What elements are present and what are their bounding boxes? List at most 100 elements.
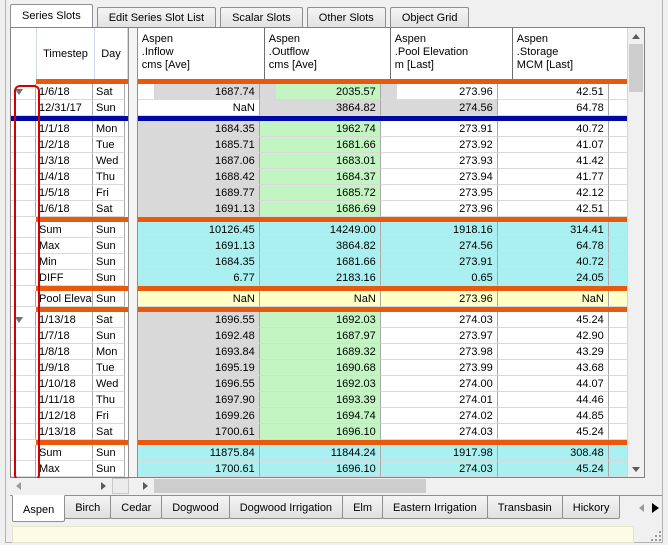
day-cell[interactable]: Fri bbox=[93, 185, 125, 201]
value-cell[interactable] bbox=[609, 137, 627, 153]
value-cell[interactable]: 1699.26 bbox=[138, 408, 260, 424]
value-cell[interactable]: 273.96 bbox=[381, 201, 498, 217]
object-tab-eastern-irrigation[interactable]: Eastern Irrigation bbox=[382, 496, 488, 519]
value-cell[interactable]: 45.24 bbox=[498, 461, 609, 477]
day-cell[interactable]: Sun bbox=[93, 100, 125, 116]
value-cell[interactable]: NaN bbox=[138, 100, 260, 116]
value-cell[interactable] bbox=[609, 84, 627, 100]
value-cell[interactable]: 273.96 bbox=[381, 84, 498, 100]
value-cell[interactable]: 274.56 bbox=[381, 100, 498, 116]
value-cell[interactable]: 44.85 bbox=[498, 408, 609, 424]
value-cell[interactable]: NaN bbox=[498, 291, 609, 307]
scroll-down-button[interactable] bbox=[628, 461, 644, 477]
day-cell[interactable]: Thu bbox=[93, 169, 125, 185]
value-cell[interactable]: 2035.57 bbox=[260, 84, 381, 100]
value-cell[interactable] bbox=[609, 201, 627, 217]
tab-scalar-slots[interactable]: Scalar Slots bbox=[220, 7, 303, 27]
timestep-cell[interactable]: 1/13/18 bbox=[36, 424, 93, 440]
value-cell[interactable]: 274.03 bbox=[381, 312, 498, 328]
value-cell[interactable]: 273.98 bbox=[381, 344, 498, 360]
day-cell[interactable]: Sun bbox=[93, 222, 125, 238]
tab-edit-series-slot-list[interactable]: Edit Series Slot List bbox=[97, 7, 216, 27]
value-cell[interactable]: NaN bbox=[138, 291, 260, 307]
value-cell[interactable]: 64.78 bbox=[498, 100, 609, 116]
day-cell[interactable]: Mon bbox=[93, 121, 125, 137]
day-cell[interactable]: Sun bbox=[93, 291, 125, 307]
value-cell[interactable]: 14249.00 bbox=[260, 222, 381, 238]
tabs-scroll-left-button[interactable] bbox=[634, 498, 648, 518]
value-cell[interactable]: 43.68 bbox=[498, 360, 609, 376]
timestep-cell[interactable]: 1/11/18 bbox=[36, 392, 93, 408]
value-cell[interactable]: 43.29 bbox=[498, 344, 609, 360]
value-cell[interactable]: 1690.68 bbox=[260, 360, 381, 376]
timestep-cell[interactable]: 1/6/18 bbox=[36, 201, 93, 217]
value-cell[interactable] bbox=[609, 312, 627, 328]
object-tab-aspen[interactable]: Aspen bbox=[12, 495, 65, 522]
timestep-cell[interactable]: 1/6/18 bbox=[36, 84, 93, 100]
day-cell[interactable]: Thu bbox=[93, 392, 125, 408]
value-cell[interactable]: 2183.16 bbox=[260, 270, 381, 286]
value-cell[interactable]: 40.72 bbox=[498, 254, 609, 270]
day-cell[interactable]: Mon bbox=[93, 344, 125, 360]
value-cell[interactable]: 1687.97 bbox=[260, 328, 381, 344]
object-tab-dogwood-irrigation[interactable]: Dogwood Irrigation bbox=[229, 496, 343, 519]
value-cell[interactable] bbox=[609, 169, 627, 185]
value-cell[interactable]: 1681.66 bbox=[260, 254, 381, 270]
value-cell[interactable]: 308.48 bbox=[498, 445, 609, 461]
value-cell[interactable] bbox=[609, 445, 627, 461]
timestep-cell[interactable]: Min bbox=[36, 254, 93, 270]
timestep-cell[interactable]: Max bbox=[36, 461, 93, 477]
timestep-cell[interactable]: 1/7/18 bbox=[36, 328, 93, 344]
value-cell[interactable]: 273.99 bbox=[381, 360, 498, 376]
value-cell[interactable]: 45.24 bbox=[498, 424, 609, 440]
value-cell[interactable]: 42.90 bbox=[498, 328, 609, 344]
value-cell[interactable]: 1689.32 bbox=[260, 344, 381, 360]
day-cell[interactable]: Tue bbox=[93, 360, 125, 376]
value-cell[interactable]: 42.51 bbox=[498, 84, 609, 100]
value-cell[interactable]: 274.03 bbox=[381, 461, 498, 477]
vertical-scrollbar[interactable] bbox=[627, 28, 644, 477]
object-tab-transbasin[interactable]: Transbasin bbox=[487, 496, 563, 519]
timestep-cell[interactable]: Sum bbox=[36, 445, 93, 461]
value-cell[interactable]: 1683.01 bbox=[260, 153, 381, 169]
value-cell[interactable]: 273.92 bbox=[381, 137, 498, 153]
timestep-cell[interactable]: 1/1/18 bbox=[36, 121, 93, 137]
value-cell[interactable]: 274.56 bbox=[381, 238, 498, 254]
value-cell[interactable] bbox=[609, 291, 627, 307]
day-cell[interactable]: Sat bbox=[93, 424, 125, 440]
value-cell[interactable]: 1686.69 bbox=[260, 201, 381, 217]
value-cell[interactable]: 1696.10 bbox=[260, 424, 381, 440]
main-scroll-right[interactable] bbox=[137, 478, 153, 494]
timestep-cell[interactable]: Pool Elevat bbox=[36, 291, 93, 307]
tabs-scroll-right-button[interactable] bbox=[648, 498, 662, 518]
object-tab-birch[interactable]: Birch bbox=[64, 496, 111, 519]
value-cell[interactable]: 1684.35 bbox=[138, 121, 260, 137]
value-cell[interactable]: 10126.45 bbox=[138, 222, 260, 238]
value-cell[interactable] bbox=[609, 424, 627, 440]
day-cell[interactable]: Sat bbox=[93, 312, 125, 328]
value-cell[interactable]: 1917.98 bbox=[381, 445, 498, 461]
resize-grip-icon[interactable] bbox=[649, 529, 661, 541]
timestep-cell[interactable]: 1/13/18 bbox=[36, 312, 93, 328]
timestep-cell[interactable]: 1/10/18 bbox=[36, 376, 93, 392]
pane-splitter[interactable] bbox=[128, 28, 138, 477]
main-hscrollbar[interactable] bbox=[137, 478, 645, 494]
left-pane-scroll-right[interactable] bbox=[95, 478, 111, 494]
timestep-cell[interactable]: 1/5/18 bbox=[36, 185, 93, 201]
timestep-cell[interactable]: 12/31/17 bbox=[36, 100, 93, 116]
value-cell[interactable]: 42.51 bbox=[498, 201, 609, 217]
pane-resize-button[interactable] bbox=[112, 478, 129, 494]
day-cell[interactable]: Sun bbox=[93, 328, 125, 344]
value-cell[interactable] bbox=[609, 270, 627, 286]
value-cell[interactable]: 1695.19 bbox=[138, 360, 260, 376]
value-cell[interactable] bbox=[609, 392, 627, 408]
value-cell[interactable]: 6.77 bbox=[138, 270, 260, 286]
value-cell[interactable]: 1693.84 bbox=[138, 344, 260, 360]
timestep-cell[interactable]: 1/8/18 bbox=[36, 344, 93, 360]
object-tab-elm[interactable]: Elm bbox=[342, 496, 383, 519]
value-cell[interactable]: 1689.77 bbox=[138, 185, 260, 201]
object-tab-cedar[interactable]: Cedar bbox=[110, 496, 162, 519]
value-cell[interactable]: 273.94 bbox=[381, 169, 498, 185]
tab-series-slots[interactable]: Series Slots bbox=[10, 4, 93, 27]
main-scroll-thumb[interactable] bbox=[154, 479, 426, 493]
